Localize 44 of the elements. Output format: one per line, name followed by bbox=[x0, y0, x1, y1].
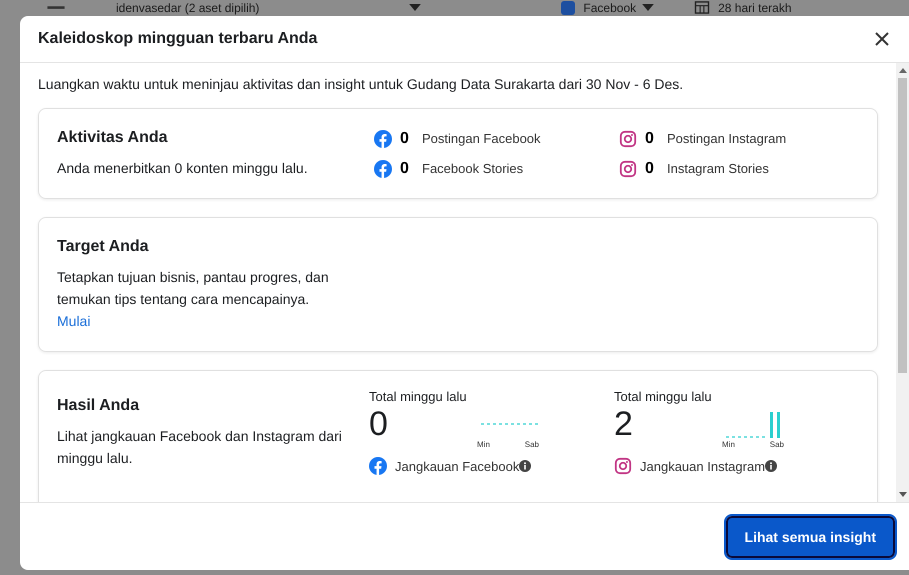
card-title: Target Anda bbox=[57, 238, 150, 256]
card-description: Lihat jangkauan Facebook dan Instagram dari minggu lalu. bbox=[57, 427, 343, 468]
scrollbar[interactable] bbox=[896, 63, 909, 502]
stat-label: Postingan Facebook bbox=[422, 131, 541, 146]
metric-caption: Total minggu lalu bbox=[369, 389, 468, 404]
stat-label: Postingan Instagram bbox=[667, 131, 786, 146]
stat-count: 0 bbox=[645, 160, 655, 178]
caret-icon bbox=[409, 4, 422, 11]
caret-icon bbox=[642, 4, 654, 11]
info-icon[interactable] bbox=[519, 460, 532, 472]
scrollbar-thumb[interactable] bbox=[898, 78, 907, 373]
info-icon[interactable] bbox=[765, 460, 778, 472]
instagram-icon bbox=[619, 160, 637, 178]
account-selector: idenvasedar (2 aset dipilih) bbox=[116, 0, 260, 14]
stat-label: Instagram Stories bbox=[667, 161, 769, 176]
stat-count: 0 bbox=[400, 130, 410, 148]
metric-value: 2 bbox=[614, 404, 633, 444]
stat-label: Facebook Stories bbox=[422, 161, 524, 176]
card-title: Hasil Anda bbox=[57, 397, 140, 415]
stat-count: 0 bbox=[400, 160, 410, 178]
metric-label: Jangkauan Instagram bbox=[640, 458, 766, 474]
stat-count: 0 bbox=[645, 130, 655, 148]
axis-label: Min bbox=[477, 440, 490, 449]
instagram-icon bbox=[619, 130, 637, 148]
start-link[interactable]: Mulai bbox=[57, 310, 90, 332]
dialog-title: Kaleidoskop mingguan terbaru Anda bbox=[38, 30, 318, 48]
metric-caption: Total minggu lalu bbox=[614, 389, 713, 404]
metric-value: 0 bbox=[369, 404, 388, 444]
calendar-icon bbox=[694, 1, 710, 14]
instagram-icon bbox=[614, 457, 632, 475]
metric-label: Jangkauan Facebook bbox=[395, 458, 520, 474]
platform-selector: Facebook bbox=[583, 0, 636, 14]
card-description: Tetapkan tujuan bisnis, pantau progres, dan temukan tips tentang cara mencapainya. bbox=[57, 268, 330, 309]
card-title: Aktivitas Anda bbox=[57, 129, 169, 147]
scroll-down-icon[interactable] bbox=[898, 492, 906, 497]
axis-label: Sab bbox=[770, 440, 784, 449]
see-all-insights-button[interactable]: Lihat semua insight bbox=[726, 516, 895, 558]
axis-label: Min bbox=[722, 440, 735, 449]
card-description: Anda menerbitkan 0 konten minggu lalu. bbox=[57, 159, 309, 178]
date-range-selector: 28 hari terakh bbox=[718, 0, 792, 14]
close-icon[interactable] bbox=[875, 32, 889, 46]
intro-text: Luangkan waktu untuk meninjau aktivitas dan insight untuk Gudang Data Surakarta dari 30 Nov - 6 Des. bbox=[38, 76, 684, 92]
axis-label: Sab bbox=[524, 440, 539, 449]
scroll-up-icon[interactable] bbox=[898, 68, 906, 73]
